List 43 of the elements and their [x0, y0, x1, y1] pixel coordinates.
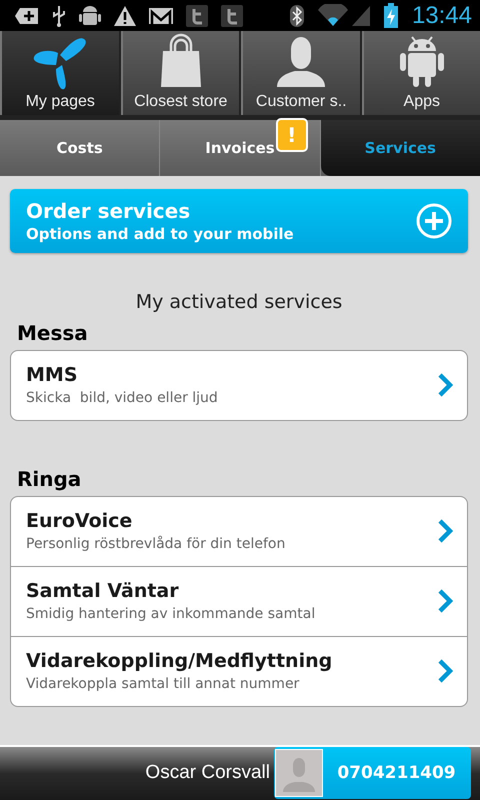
service-description: Vidarekoppla samtal till annat nummer	[26, 676, 300, 692]
add-notification-icon	[14, 6, 40, 26]
bluetooth-icon	[288, 4, 305, 28]
android-debug-icon	[78, 4, 102, 28]
service-description: Personlig röstbrevlåda för din telefon	[26, 536, 286, 552]
chevron-right-icon	[437, 588, 453, 614]
order-subtitle: Options and add to your mobile	[26, 224, 294, 243]
service-title: Samtal Väntar	[26, 580, 180, 602]
bird-app-icon	[220, 4, 244, 28]
service-description: Smidig hantering av inkommande samtal	[26, 606, 316, 622]
section-heading: My activated services	[134, 290, 344, 313]
service-item[interactable]: EuroVoice Personlig röstbrevlåda för din telefon	[11, 496, 467, 567]
tab[interactable]: Invoices !	[160, 120, 321, 176]
tab[interactable]: Services	[320, 120, 480, 176]
chevron-right-icon	[437, 372, 453, 398]
signal-icon	[316, 4, 372, 28]
order-title: Order services	[26, 198, 192, 223]
service-title: EuroVoice	[26, 510, 134, 532]
mail-icon	[148, 6, 174, 26]
shortcut-button[interactable]: Closest store	[120, 31, 239, 116]
service-title: MMS	[26, 364, 78, 386]
group-title: Ringa	[17, 466, 82, 491]
service-item[interactable]: Samtal Väntar Smidig hantering av inkommande samtal	[11, 566, 467, 637]
shortcut-button[interactable]: Apps	[362, 31, 480, 116]
warning-icon	[113, 4, 137, 27]
clock-time: 13:44	[412, 2, 472, 30]
service-description: Skicka bild, video eller ljud	[26, 390, 218, 406]
usb-icon	[51, 4, 67, 27]
add-circle-icon	[414, 200, 454, 241]
shortcut-button[interactable]: Customer s..	[241, 31, 360, 116]
shortcut-button[interactable]: My pages	[0, 31, 118, 116]
avatar-icon	[275, 749, 323, 798]
chevron-right-icon	[437, 658, 453, 684]
service-title: Vidarekoppling/Medflyttning	[26, 650, 332, 672]
account-name: Oscar Corsvall	[145, 762, 270, 784]
chevron-right-icon	[437, 518, 453, 544]
group-title: Messa	[17, 320, 89, 345]
bird-app-icon	[185, 4, 209, 28]
tab[interactable]: Costs	[0, 120, 160, 176]
battery-charging-icon	[382, 2, 399, 29]
alert-badge: !	[276, 118, 308, 152]
service-item[interactable]: Vidarekoppling/Medflyttning Vidarekoppla samtal till annat nummer	[11, 636, 467, 706]
service-item[interactable]: MMS Skicka bild, video eller ljud	[11, 350, 467, 420]
